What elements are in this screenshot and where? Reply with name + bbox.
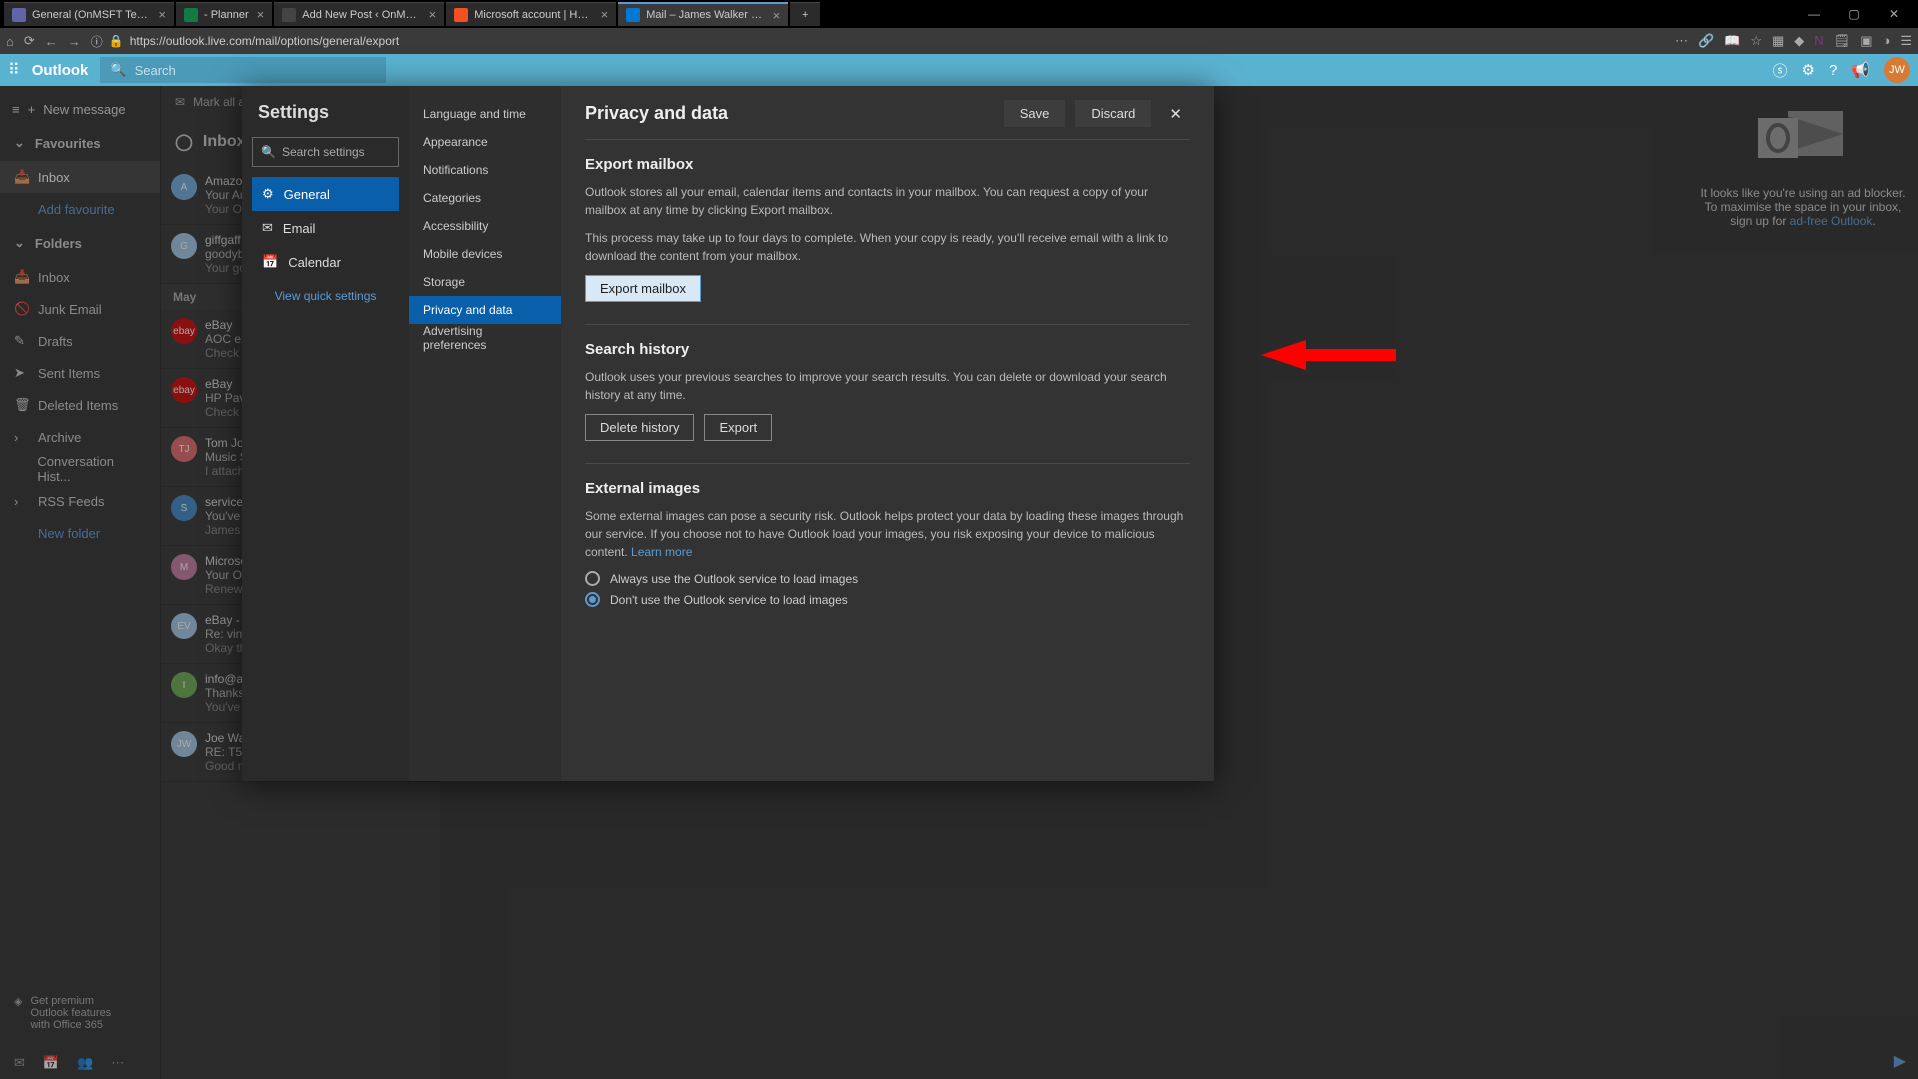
subcat-privacy-data[interactable]: Privacy and data (409, 296, 561, 324)
window-controls: — ▢ ✕ (1794, 7, 1914, 21)
save-button[interactable]: Save (1004, 100, 1066, 127)
close-icon[interactable]: × (773, 8, 781, 23)
skype-icon[interactable]: ⓢ (1773, 60, 1788, 81)
close-icon[interactable]: × (429, 7, 437, 22)
settings-categories: Settings 🔍Search settings ⚙General ✉Emai… (242, 86, 409, 781)
lock-icon: 🔒 (109, 34, 124, 48)
radio-always-load[interactable]: Always use the Outlook service to load i… (585, 571, 1190, 586)
subcat-item[interactable]: Mobile devices (409, 240, 561, 268)
notes-icon[interactable]: 🗒 (1834, 33, 1851, 49)
help-icon[interactable]: ? (1829, 62, 1837, 79)
info-icon[interactable]: ⓘ (91, 33, 103, 50)
search-icon: 🔍 (261, 145, 276, 159)
settings-search-input[interactable]: 🔍Search settings (252, 137, 399, 167)
browser-tab-strip: General (OnMSFT Team) | Micr× - Planner×… (0, 0, 1918, 28)
reading-icon[interactable]: 📖 (1724, 33, 1740, 49)
subcat-item[interactable]: Accessibility (409, 212, 561, 240)
category-email[interactable]: ✉Email (252, 211, 399, 245)
settings-title: Settings (252, 102, 399, 123)
browser-tab[interactable]: Add New Post ‹ OnMSFT.com — W× (274, 2, 444, 26)
export-history-button[interactable]: Export (704, 414, 772, 441)
profile-icon[interactable]: ◑ (1882, 33, 1890, 49)
close-icon[interactable]: × (158, 7, 166, 22)
category-general[interactable]: ⚙General (252, 177, 399, 211)
close-dialog-button[interactable]: ✕ (1161, 101, 1190, 127)
ext-icon[interactable]: ◆ (1794, 33, 1804, 49)
user-avatar[interactable]: JW (1884, 57, 1910, 83)
calendar-icon: 📅 (262, 254, 278, 270)
subcat-item[interactable]: Appearance (409, 128, 561, 156)
url-text: https://outlook.live.com/mail/options/ge… (130, 34, 399, 48)
section-search-history: Search history (585, 341, 1190, 358)
settings-content: Privacy and data Save Discard ✕ Export m… (561, 86, 1214, 781)
browser-toolbar: ⌂ ⟳ ← → ⓘ 🔒 https://outlook.live.com/mai… (0, 28, 1918, 54)
app-launcher-icon[interactable]: ⠿ (8, 60, 20, 80)
browser-tab[interactable]: - Planner× (176, 2, 272, 26)
close-icon[interactable]: × (257, 7, 265, 22)
subcat-item[interactable]: Categories (409, 184, 561, 212)
panel-title: Privacy and data (585, 103, 728, 124)
radio-dont-load[interactable]: Don't use the Outlook service to load im… (585, 592, 1190, 607)
outlook-header: ⠿ Outlook 🔍 Search ⓢ ⚙ ? 📢 JW (0, 54, 1918, 86)
menu-icon[interactable]: ☰ (1900, 33, 1912, 49)
close-icon[interactable]: × (601, 7, 609, 22)
close-window-icon[interactable]: ✕ (1874, 7, 1914, 21)
settings-subcategories: Language and time Appearance Notificatio… (409, 86, 561, 781)
home-icon[interactable]: ⌂ (6, 34, 14, 49)
discard-button[interactable]: Discard (1075, 100, 1151, 127)
more-icon[interactable]: ⋯ (1675, 33, 1688, 49)
gear-icon: ⚙ (262, 186, 274, 202)
maximize-icon[interactable]: ▢ (1834, 7, 1874, 21)
tabs-icon[interactable]: ▣ (1860, 33, 1872, 49)
favorite-icon[interactable]: ☆ (1750, 33, 1762, 49)
category-calendar[interactable]: 📅Calendar (252, 245, 399, 279)
forward-icon[interactable]: → (68, 34, 81, 49)
new-tab-button[interactable]: + (790, 2, 820, 26)
learn-more-link[interactable]: Learn more (631, 545, 692, 559)
settings-dialog: Settings 🔍Search settings ⚙General ✉Emai… (242, 86, 1214, 781)
onenote-icon[interactable]: N (1814, 33, 1823, 49)
export-mailbox-button[interactable]: Export mailbox (585, 275, 701, 302)
browser-tab-active[interactable]: Mail – James Walker - Outlook× (618, 2, 788, 26)
mail-icon: ✉ (262, 220, 273, 236)
refresh-icon[interactable]: ⟳ (24, 33, 35, 49)
brand-label[interactable]: Outlook (32, 62, 89, 79)
search-input[interactable]: 🔍 Search (100, 57, 386, 83)
browser-tab[interactable]: Microsoft account | Home× (446, 2, 616, 26)
address-bar[interactable]: ⓘ 🔒 https://outlook.live.com/mail/option… (91, 33, 1665, 50)
subcat-item[interactable]: Storage (409, 268, 561, 296)
minimize-icon[interactable]: — (1794, 7, 1834, 21)
subcat-item[interactable]: Language and time (409, 100, 561, 128)
delete-history-button[interactable]: Delete history (585, 414, 694, 441)
back-icon[interactable]: ← (45, 34, 58, 49)
view-quick-settings-link[interactable]: View quick settings (252, 289, 399, 303)
subcat-item[interactable]: Advertising preferences (409, 324, 561, 352)
radio-checked-icon (585, 592, 600, 607)
settings-icon[interactable]: ⚙ (1802, 61, 1815, 79)
radio-icon (585, 571, 600, 586)
browser-tab[interactable]: General (OnMSFT Team) | Micr× (4, 2, 174, 26)
extension-icon[interactable]: 🔗 (1698, 33, 1714, 49)
section-export-mailbox: Export mailbox (585, 156, 1190, 173)
section-external-images: External images (585, 480, 1190, 497)
announce-icon[interactable]: 📢 (1851, 61, 1870, 79)
subcat-item[interactable]: Notifications (409, 156, 561, 184)
search-icon: 🔍 (110, 62, 126, 78)
ext-icon[interactable]: ▦ (1772, 33, 1784, 49)
